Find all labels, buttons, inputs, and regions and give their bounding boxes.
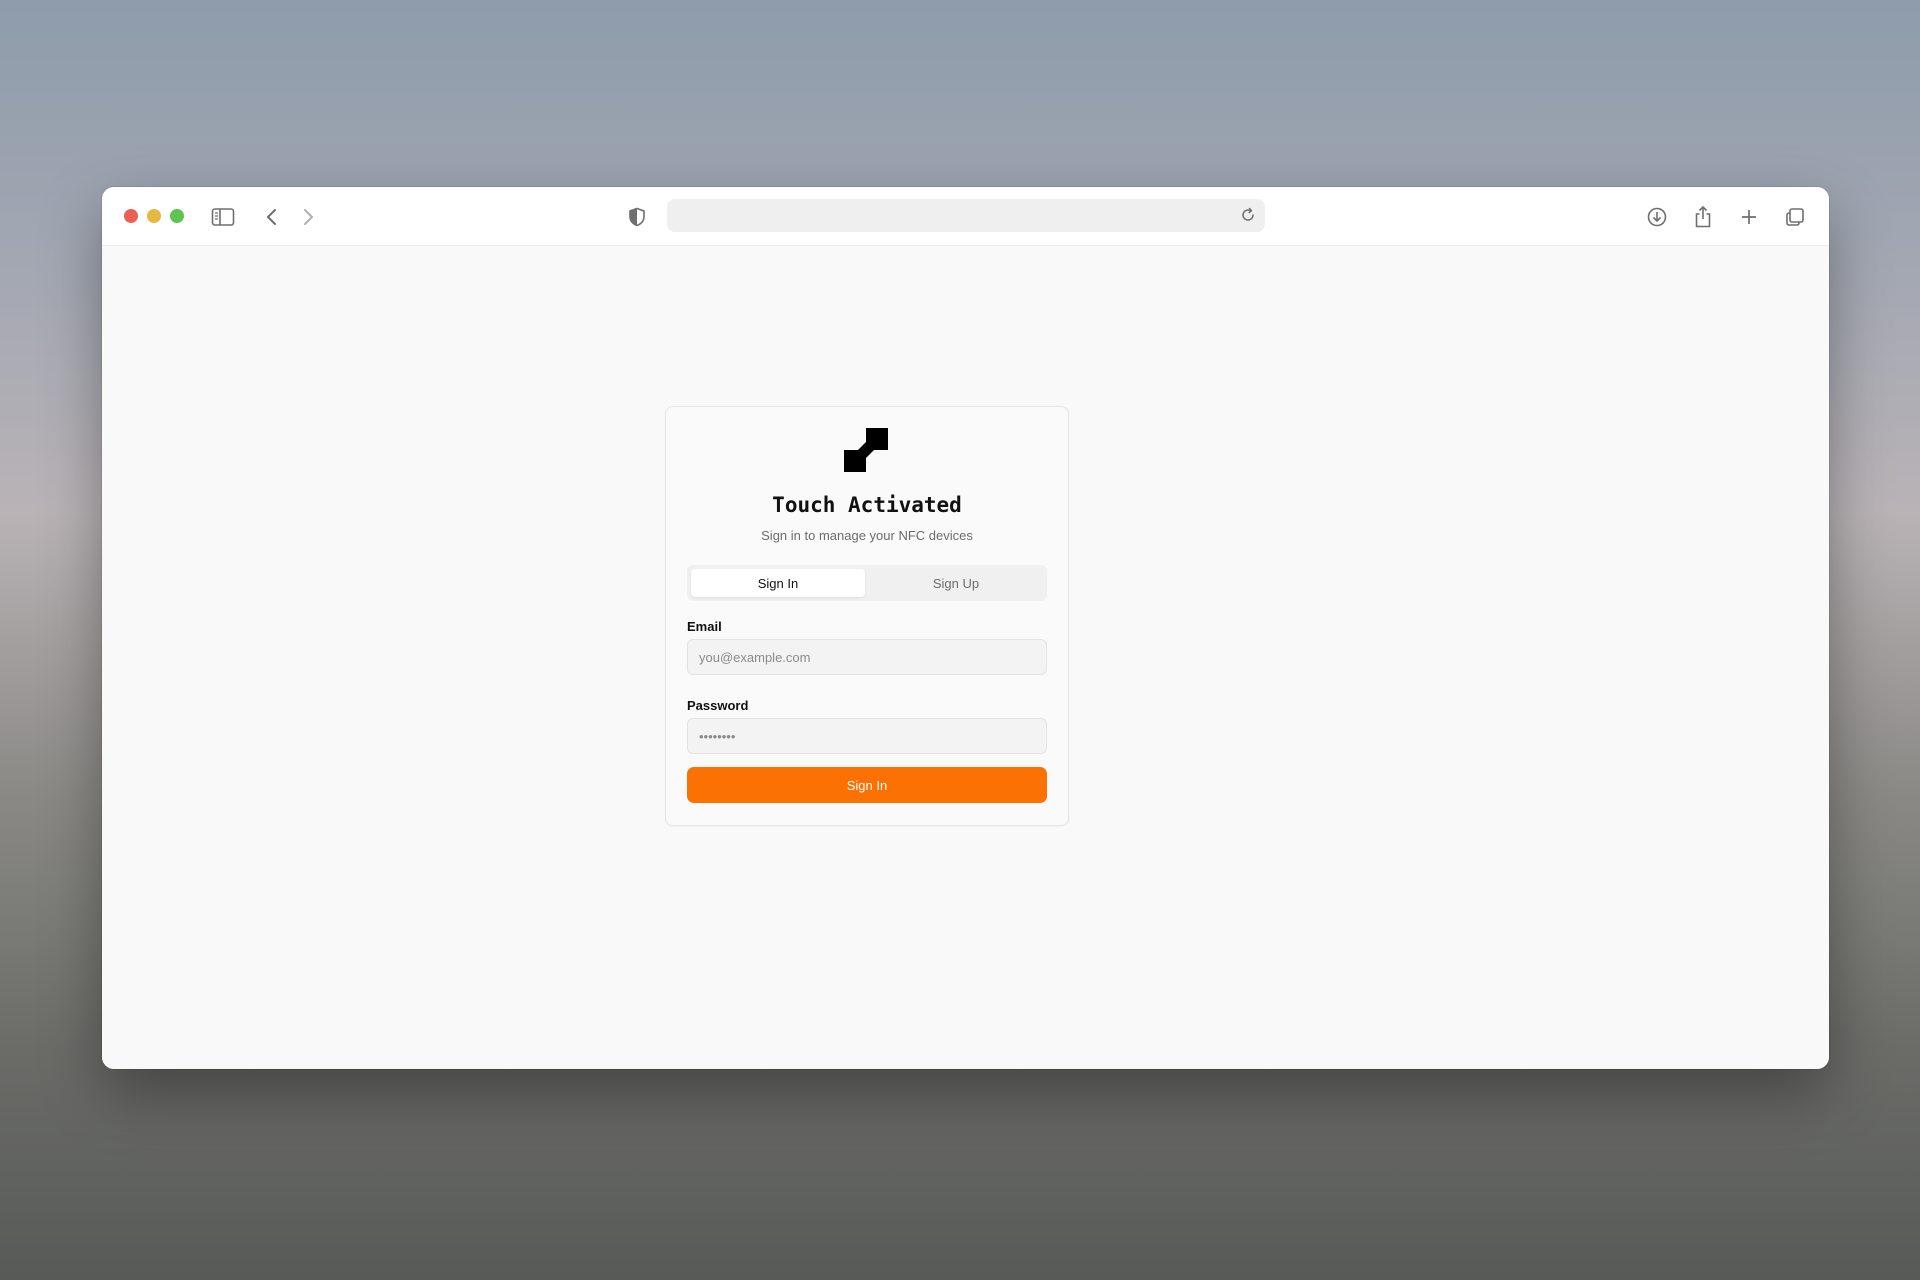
page-title: Touch Activated (772, 493, 962, 517)
tabs-overview-icon[interactable] (1782, 204, 1808, 230)
address-bar[interactable] (667, 199, 1265, 232)
tab-sign-in[interactable]: Sign In (691, 569, 865, 597)
password-label: Password (687, 698, 749, 713)
close-window-button[interactable] (124, 209, 138, 223)
back-icon[interactable] (259, 204, 285, 230)
sign-in-button[interactable]: Sign In (687, 767, 1047, 803)
touch-activated-logo (844, 428, 888, 472)
minimize-window-button[interactable] (147, 209, 161, 223)
auth-tabs: Sign In Sign Up (687, 565, 1047, 601)
reload-icon[interactable] (1237, 204, 1259, 226)
sidebar-icon[interactable] (210, 204, 236, 230)
maximize-window-button[interactable] (170, 209, 184, 223)
share-icon[interactable] (1690, 204, 1716, 230)
email-label: Email (687, 619, 722, 634)
page-subtitle: Sign in to manage your NFC devices (761, 528, 973, 543)
forward-icon[interactable] (295, 204, 321, 230)
download-icon[interactable] (1644, 204, 1670, 230)
email-field[interactable] (687, 639, 1047, 675)
new-tab-icon[interactable] (1736, 204, 1762, 230)
auth-card: Touch Activated Sign in to manage your N… (665, 406, 1069, 826)
browser-toolbar (102, 187, 1829, 246)
tab-sign-up[interactable]: Sign Up (869, 569, 1043, 597)
password-field[interactable] (687, 718, 1047, 754)
shield-icon[interactable] (624, 204, 650, 230)
